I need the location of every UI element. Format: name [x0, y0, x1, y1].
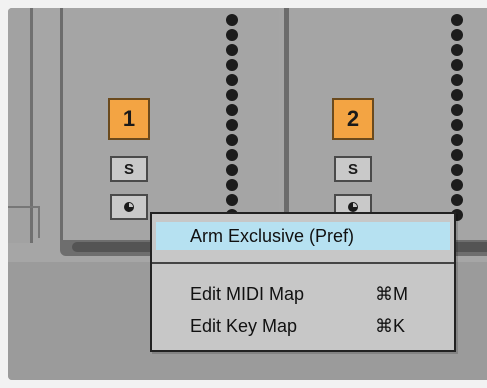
- track-2-number[interactable]: 2: [332, 98, 374, 140]
- level-meter-track-1: [226, 14, 240, 224]
- record-arm-icon: [124, 202, 134, 212]
- menu-item-edit-midi-map[interactable]: Edit MIDI Map ⌘M: [152, 279, 454, 309]
- menu-item-edit-key-map[interactable]: Edit Key Map ⌘K: [152, 311, 454, 341]
- track-strip-1: [60, 8, 279, 243]
- left-track-box: [8, 206, 40, 238]
- context-menu: Arm Exclusive (Pref) Edit MIDI Map ⌘M Ed…: [150, 212, 456, 352]
- menu-item-shortcut: ⌘K: [375, 316, 406, 336]
- mixer-view: 1 S 2 S Arm Exclusive (Pref) Edit MIDI M…: [8, 8, 487, 380]
- menu-item-label: Edit MIDI Map: [190, 284, 305, 304]
- track-2-solo-button[interactable]: S: [334, 156, 372, 182]
- track-1-number[interactable]: 1: [108, 98, 150, 140]
- track-divider: [284, 8, 287, 243]
- track-1-arm-button[interactable]: [110, 194, 148, 220]
- menu-item-label: Edit Key Map: [190, 316, 298, 336]
- level-meter-track-2: [451, 14, 465, 224]
- menu-item-label: Arm Exclusive (Pref): [190, 226, 355, 246]
- track-1-solo-button[interactable]: S: [110, 156, 148, 182]
- menu-item-arm-exclusive[interactable]: Arm Exclusive (Pref): [156, 222, 450, 250]
- menu-separator: [152, 262, 454, 264]
- menu-item-shortcut: ⌘M: [375, 284, 408, 304]
